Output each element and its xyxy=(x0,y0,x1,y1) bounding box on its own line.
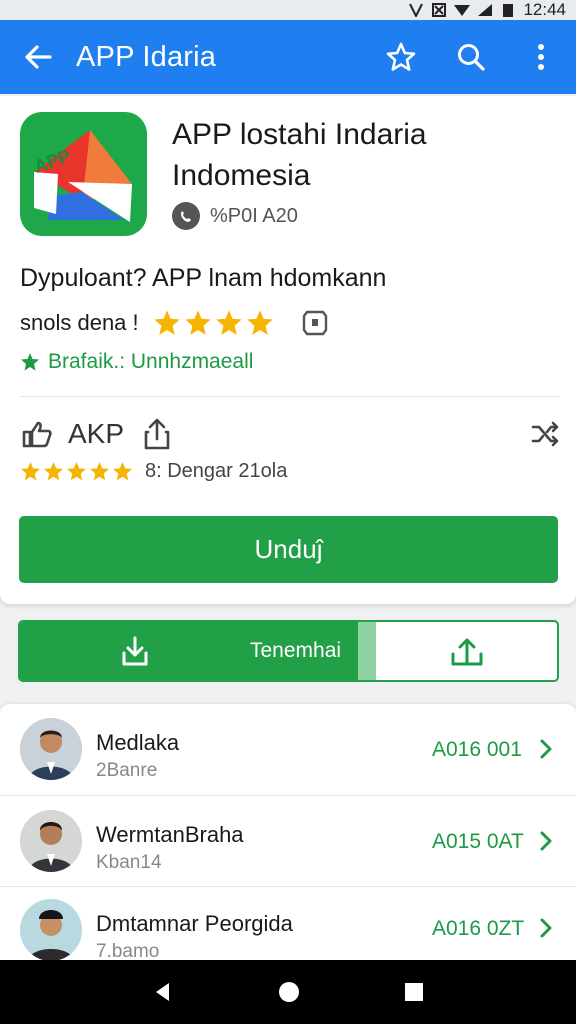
star-icon xyxy=(113,462,132,481)
battery-icon xyxy=(503,4,514,17)
review-row: 8: Dengar 21ola xyxy=(20,460,287,483)
list-item[interactable]: Medlaka 2Banre A016 001 xyxy=(0,704,576,794)
meta-row: AKP xyxy=(20,414,560,454)
upload-action[interactable] xyxy=(376,622,557,680)
rating-label: snols dena ! xyxy=(20,310,139,335)
list-item-date: A016 001 xyxy=(432,738,522,761)
chevron-right-icon xyxy=(540,739,552,759)
list-item[interactable]: Dmtamnar Peorgida 7.bamo A016 0ZT xyxy=(0,887,576,960)
rating-row: snols dena ! xyxy=(20,308,330,338)
review-stars xyxy=(20,461,133,482)
star-icon xyxy=(154,310,180,335)
list-item-date: A015 0AT xyxy=(432,830,524,853)
shuffle-icon[interactable] xyxy=(530,419,560,449)
star-icon xyxy=(67,462,86,481)
split-separator xyxy=(358,622,376,680)
category-label: Brafaik.: Unnhzmaeall xyxy=(48,350,254,373)
nav-recents-icon[interactable] xyxy=(403,981,425,1003)
star-icon xyxy=(21,353,39,371)
chevron-right-icon xyxy=(540,831,552,851)
back-button[interactable] xyxy=(0,20,76,94)
app-bar-title: APP Idaria xyxy=(76,40,217,73)
no-sim-icon xyxy=(432,3,447,17)
list-item-sub: 7.bamo xyxy=(96,941,160,960)
split-action-button: Tenemhai xyxy=(18,620,559,682)
developer-icon xyxy=(172,202,200,230)
info-badge-icon[interactable] xyxy=(300,308,330,338)
download-action[interactable]: Tenemhai xyxy=(20,622,358,680)
app-description: Dypuloant? APP lnam hdomkann xyxy=(20,264,387,292)
nav-back-icon[interactable] xyxy=(151,980,175,1004)
split-button-label: Tenemhai xyxy=(250,639,342,662)
list-item-sub: 2Banre xyxy=(96,760,158,781)
star-icon xyxy=(21,462,40,481)
back-arrow-icon xyxy=(25,45,52,69)
list-item[interactable]: WermtanBraha Kban14 A015 0AT xyxy=(0,796,576,886)
avatar xyxy=(20,810,82,872)
app-logo: APP xyxy=(20,112,147,236)
category-row[interactable]: Brafaik.: Unnhzmaeall xyxy=(20,350,253,374)
nav-home-icon[interactable] xyxy=(277,980,301,1004)
developer-name: %P0I A20 xyxy=(210,204,298,227)
developer-row[interactable]: %P0I A20 xyxy=(172,202,298,230)
user-list: Medlaka 2Banre A016 001 WermtanBraha Kba… xyxy=(0,704,576,960)
more-options-button[interactable] xyxy=(506,20,576,94)
rating-stars xyxy=(153,309,274,337)
list-item-sub: Kban14 xyxy=(96,852,162,873)
cell-signal-icon xyxy=(478,4,493,16)
star-icon xyxy=(247,310,273,335)
status-bar: 12:44 xyxy=(0,0,576,20)
app-title: APP lostahi Indaria Indomesia xyxy=(172,114,552,196)
share-icon[interactable] xyxy=(142,417,172,451)
download-icon xyxy=(122,636,148,666)
divider xyxy=(20,396,560,397)
list-item-name: WermtanBraha xyxy=(96,822,244,847)
signal-icon xyxy=(409,3,424,17)
star-icon xyxy=(185,310,211,335)
list-item-date: A016 0ZT xyxy=(432,917,525,940)
review-text: 8: Dengar 21ola xyxy=(145,460,288,482)
list-item-name: Medlaka xyxy=(96,730,180,755)
app-title-line-1: APP lostahi Indaria xyxy=(172,118,427,151)
more-vert-icon xyxy=(538,44,544,70)
share-tray-icon xyxy=(451,638,482,666)
app-bar: APP Idaria xyxy=(0,20,576,94)
app-title-line-2: Indomesia xyxy=(172,159,311,192)
search-icon xyxy=(458,44,485,71)
app-detail-card: APP APP lostahi Indaria Indomesia %P0I A… xyxy=(0,96,576,604)
star-outline-icon xyxy=(386,42,416,71)
star-icon xyxy=(90,462,109,481)
thumbs-up-icon[interactable] xyxy=(20,419,56,449)
avatar xyxy=(20,899,82,960)
wifi-icon xyxy=(454,5,471,16)
system-nav-bar xyxy=(0,960,576,1024)
search-button[interactable] xyxy=(436,20,506,94)
star-icon xyxy=(216,310,242,335)
avatar xyxy=(20,718,82,780)
status-time: 12:44 xyxy=(523,0,566,19)
meta-label: AKP xyxy=(68,418,125,449)
list-item-name: Dmtamnar Peorgida xyxy=(96,911,293,936)
star-icon xyxy=(44,462,63,481)
favorite-button[interactable] xyxy=(366,20,436,94)
install-button[interactable]: Unduĵ xyxy=(19,516,558,583)
chevron-right-icon xyxy=(540,918,552,938)
